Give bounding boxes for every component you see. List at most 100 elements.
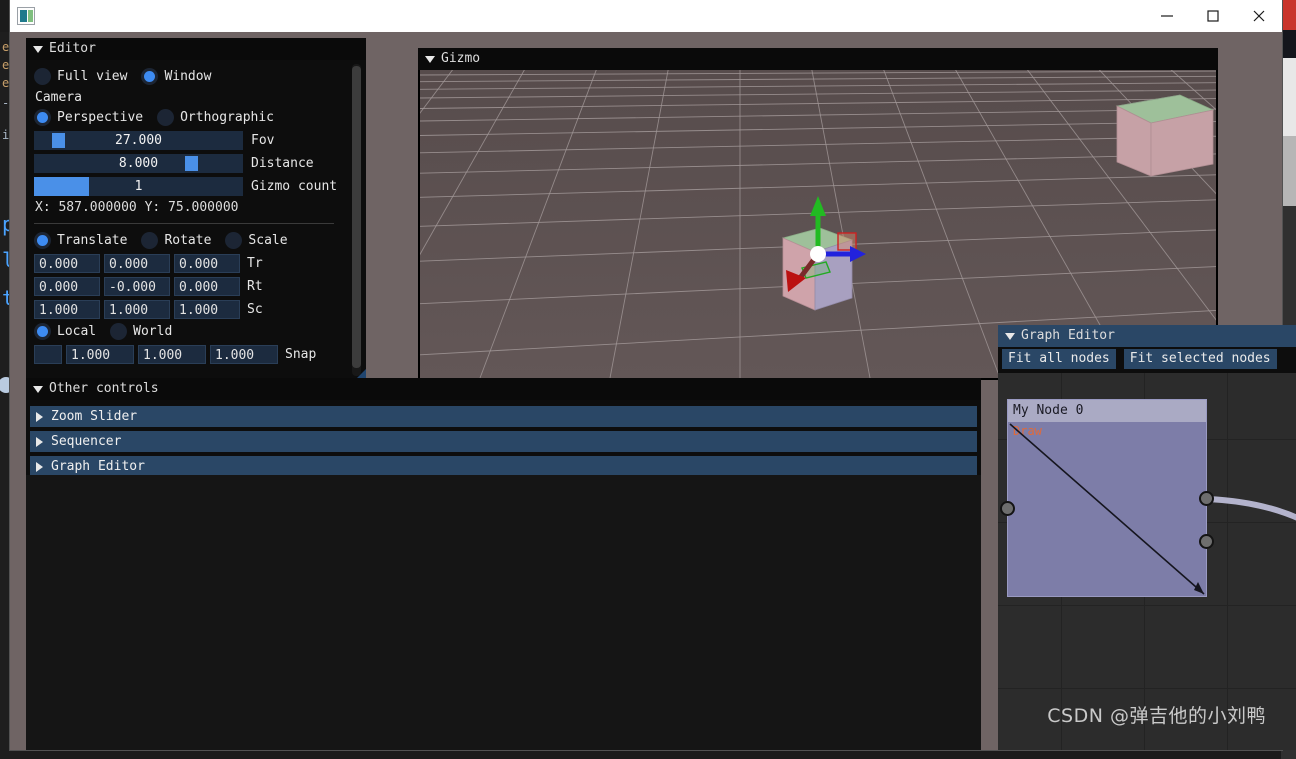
radio-perspective[interactable] <box>34 109 51 126</box>
translate-z-field[interactable]: 0.000 <box>174 254 240 273</box>
distance-slider-row: 8.000 Distance <box>34 154 360 173</box>
collapsible-zoom-slider-label: Zoom Slider <box>51 409 138 424</box>
collapsible-sequencer[interactable]: Sequencer <box>30 431 977 452</box>
space-row: Local World <box>34 323 360 340</box>
snap-row: 1.000 1.000 1.000 Snap <box>34 345 360 364</box>
chevron-down-icon[interactable] <box>425 55 435 63</box>
snap-checkbox[interactable] <box>34 345 62 364</box>
bg-code-line: e <box>2 58 10 72</box>
graph-editor-panel-title[interactable]: Graph Editor <box>998 325 1296 347</box>
scale-z-field[interactable]: 1.000 <box>174 300 240 319</box>
title-bar <box>10 0 1282 32</box>
radio-rotate[interactable] <box>141 232 159 249</box>
radio-translate[interactable] <box>34 232 51 249</box>
close-icon[interactable] <box>1236 0 1282 32</box>
collapsible-graph-editor-label: Graph Editor <box>51 459 145 474</box>
graph-editor-panel-title-text: Graph Editor <box>1021 328 1115 343</box>
radio-full-view[interactable] <box>34 68 51 85</box>
fov-slider[interactable]: 27.000 <box>34 131 243 150</box>
gizmo-panel-title[interactable]: Gizmo <box>418 48 1218 70</box>
label-translate: Translate <box>57 233 128 248</box>
label-world: World <box>133 324 173 339</box>
fit-selected-nodes-button[interactable]: Fit selected nodes <box>1123 349 1277 369</box>
translate-x-field[interactable]: 0.000 <box>34 254 100 273</box>
rotate-x-field[interactable]: 0.000 <box>34 277 100 296</box>
maximize-icon[interactable] <box>1190 0 1236 32</box>
graph-node-input-pin[interactable] <box>1000 501 1015 516</box>
label-perspective: Perspective <box>57 110 144 125</box>
fit-all-nodes-button[interactable]: Fit all nodes <box>1002 349 1116 369</box>
label-full-view: Full view <box>57 69 128 84</box>
view-mode-row: Full view Window <box>34 68 360 85</box>
gizmo-panel-title-text: Gizmo <box>441 51 481 66</box>
editor-panel-title[interactable]: Editor <box>26 38 366 60</box>
divider <box>34 223 334 224</box>
app-icon <box>17 7 35 25</box>
bg-swatch <box>1281 58 1296 136</box>
other-controls-panel-title[interactable]: Other controls <box>26 378 981 400</box>
label-local: Local <box>57 324 97 339</box>
fov-slider-value: 27.000 <box>115 133 162 148</box>
rotate-row-tag: Rt <box>247 279 263 294</box>
minimize-icon[interactable] <box>1144 0 1190 32</box>
collapsible-sequencer-label: Sequencer <box>51 434 122 449</box>
snap-x-field[interactable]: 1.000 <box>66 345 134 364</box>
editor-panel-title-text: Editor <box>49 41 96 56</box>
label-rotate: Rotate <box>164 233 212 248</box>
graph-editor-panel: Graph Editor Fit all nodes Fit selected … <box>998 325 1296 750</box>
operation-row: Translate Rotate Scale <box>34 232 360 249</box>
scale-y-field[interactable]: 1.000 <box>104 300 170 319</box>
scale-x-field[interactable]: 1.000 <box>34 300 100 319</box>
other-controls-panel-body-extension <box>26 475 981 750</box>
fov-slider-label: Fov <box>251 133 275 148</box>
bg-swatch <box>1281 0 1296 30</box>
bg-code-line: i <box>2 128 10 142</box>
chevron-down-icon[interactable] <box>1005 332 1015 340</box>
screen-root: e e e - i p l t Gizmo Editor Full view W… <box>0 0 1296 759</box>
radio-scale[interactable] <box>225 232 243 249</box>
radio-world[interactable] <box>110 323 128 340</box>
chevron-down-icon[interactable] <box>33 385 43 393</box>
editor-panel-scrollbar[interactable] <box>352 64 361 376</box>
collapsible-zoom-slider[interactable]: Zoom Slider <box>30 406 977 427</box>
bg-code-line: - <box>2 96 10 110</box>
rotate-z-field[interactable]: 0.000 <box>174 277 240 296</box>
label-window: Window <box>164 69 212 84</box>
chevron-right-icon[interactable] <box>36 436 43 447</box>
distance-slider[interactable]: 8.000 <box>34 154 243 173</box>
snap-y-field[interactable]: 1.000 <box>138 345 206 364</box>
graph-node[interactable]: My Node 0 Draw <box>1007 399 1207 597</box>
other-controls-panel-title-text: Other controls <box>49 381 159 396</box>
rotate-y-field[interactable]: -0.000 <box>104 277 170 296</box>
translate-row: 0.000 0.000 0.000 Tr <box>34 254 360 273</box>
other-controls-body: Zoom Slider Sequencer Graph Editor <box>26 400 981 485</box>
graph-editor-canvas[interactable]: My Node 0 Draw <box>998 373 1296 750</box>
radio-local[interactable] <box>34 323 51 340</box>
editor-panel: Editor Full view Window Camera Perspecti… <box>26 38 366 382</box>
translate-y-field[interactable]: 0.000 <box>104 254 170 273</box>
gizmo-count-slider-value: 1 <box>134 179 143 194</box>
other-controls-panel: Other controls Zoom Slider Sequencer Gra… <box>26 378 981 477</box>
camera-section-label: Camera <box>35 90 82 105</box>
distance-slider-label: Distance <box>251 156 314 171</box>
editor-panel-scrollbar-thumb[interactable] <box>352 66 361 368</box>
radio-orthographic[interactable] <box>157 109 175 126</box>
gizmo-count-slider-label: Gizmo count <box>251 179 338 194</box>
gizmo-count-slider[interactable]: 1 <box>34 177 243 196</box>
chevron-right-icon[interactable] <box>36 461 43 472</box>
bg-swatch <box>1281 136 1296 206</box>
graph-node-output-pin-2[interactable] <box>1199 534 1214 549</box>
label-scale: Scale <box>248 233 288 248</box>
chevron-down-icon[interactable] <box>33 45 43 53</box>
graph-node-diagonal <box>1009 423 1205 595</box>
snap-row-tag: Snap <box>285 347 317 362</box>
distance-slider-value: 8.000 <box>118 156 159 171</box>
fov-slider-row: 27.000 Fov <box>34 131 360 150</box>
bg-code-line: e <box>2 40 10 54</box>
snap-z-field[interactable]: 1.000 <box>210 345 278 364</box>
radio-window[interactable] <box>141 68 159 85</box>
gizmo-count-slider-row: 1 Gizmo count <box>34 177 360 196</box>
chevron-right-icon[interactable] <box>36 411 43 422</box>
graph-node-output-pin-1[interactable] <box>1199 491 1214 506</box>
collapsible-graph-editor[interactable]: Graph Editor <box>30 456 977 477</box>
